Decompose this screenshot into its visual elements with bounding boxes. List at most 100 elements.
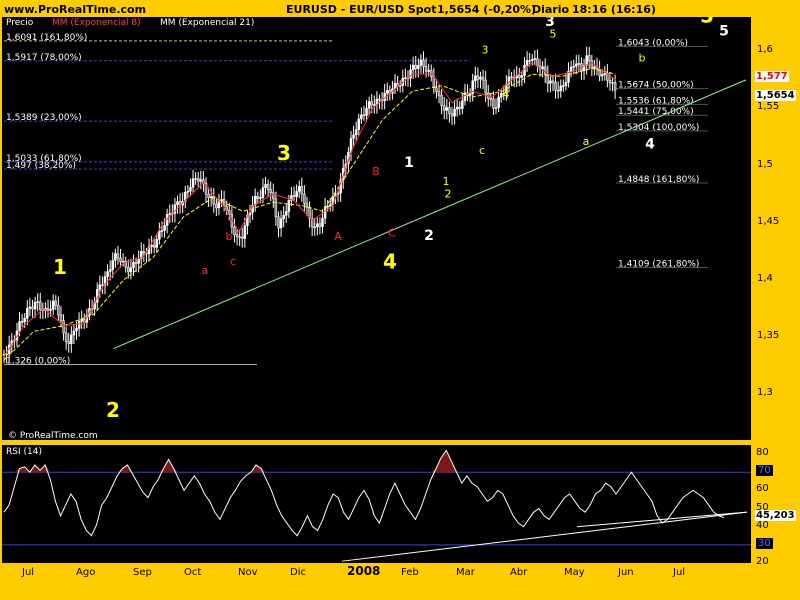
fib-label: 1,4109 (261,80%) <box>618 259 699 269</box>
wave-label: 1 <box>404 155 414 171</box>
candle-body <box>158 230 161 240</box>
wave-label: 2 <box>445 188 452 201</box>
candle-body <box>435 87 438 92</box>
candle-body <box>18 321 21 332</box>
time-label: 18:16 (16:16) <box>572 3 656 16</box>
candle-body <box>575 63 578 67</box>
candle-body <box>497 96 500 108</box>
candle-body <box>479 76 482 80</box>
fib-label: 1,5674 (50,00%) <box>618 81 694 91</box>
candle-body <box>196 178 200 182</box>
fib-label: 1,5441 (75,00%) <box>618 107 694 117</box>
candle-body <box>295 191 298 197</box>
candle-body <box>75 328 78 332</box>
x-axis-tick: Oct <box>184 567 202 578</box>
fib-label: 1,497 (38,20%) <box>6 161 76 171</box>
candle-body <box>411 64 415 71</box>
candle-body <box>129 267 133 273</box>
candle-body <box>297 186 301 192</box>
wave-label: 3 <box>277 141 291 165</box>
candle-body <box>134 261 138 264</box>
candle-body <box>523 64 526 76</box>
candle-body <box>448 107 451 114</box>
wave-label: b <box>226 230 233 243</box>
candle-body <box>481 76 485 81</box>
candle-body <box>362 114 366 117</box>
site-name[interactable]: www.ProRealTime.com <box>4 3 146 16</box>
candle-body <box>603 72 607 75</box>
rsi-trendline <box>341 511 748 562</box>
candle-body <box>484 79 487 94</box>
candle-body <box>176 201 179 205</box>
candle-body <box>352 134 355 139</box>
candle-body <box>279 218 283 229</box>
candle-body <box>437 91 441 96</box>
candle-body <box>285 211 288 216</box>
candle-body <box>28 306 32 309</box>
quote-value: 1,5654 (-0,20%) <box>437 3 537 16</box>
fib-label: 1,326 (0,00%) <box>6 357 70 367</box>
candle-body <box>587 55 591 61</box>
candle-body <box>541 66 544 70</box>
candle-body <box>31 306 34 310</box>
x-axis-tick: Jul <box>673 567 686 578</box>
rsi-last-value: 45,203 <box>755 510 796 522</box>
fib-label: 1,5536 (61,80%) <box>618 96 694 106</box>
candle-body <box>114 253 117 261</box>
candle-body <box>613 82 617 91</box>
candle-body <box>261 187 265 198</box>
candle-body <box>326 205 329 208</box>
wave-label: 5 <box>700 17 714 28</box>
candle-body <box>554 82 557 91</box>
candle-body <box>518 75 521 78</box>
chart-header: www.ProRealTime.com EURUSD - EUR/USD Spo… <box>0 0 800 18</box>
candle-body <box>269 189 272 193</box>
candle-body <box>77 320 81 329</box>
candle-body <box>191 178 195 188</box>
candle-body <box>155 239 159 248</box>
candle-body <box>259 197 262 199</box>
candle-body <box>46 307 50 311</box>
candle-body <box>417 65 420 70</box>
candle-body <box>422 59 425 67</box>
candle-body <box>106 271 109 277</box>
rsi-panel[interactable]: RSI (14) <box>2 445 751 563</box>
candle-body <box>51 300 55 310</box>
wave-label: 5 <box>719 23 729 39</box>
candle-body <box>360 114 363 120</box>
wave-label: c <box>479 144 485 157</box>
candle-body <box>142 251 146 254</box>
candle-body <box>424 66 428 72</box>
candle-body <box>23 317 26 323</box>
candle-body <box>569 66 573 72</box>
last-price-tag: 1,5654 <box>755 89 796 101</box>
rsi-trendline <box>576 511 748 528</box>
candle-body <box>373 104 376 106</box>
candle-body <box>533 58 537 60</box>
candle-body <box>189 187 192 192</box>
candle-body <box>111 260 115 270</box>
candle-body <box>98 284 102 290</box>
candle-body <box>549 80 552 84</box>
candle-body <box>543 66 547 75</box>
candle-body <box>494 107 498 109</box>
rsi-y-tick: 40 <box>756 519 769 531</box>
candle-body <box>528 60 531 62</box>
x-axis-tick: 2008 <box>347 564 381 578</box>
candle-body <box>536 58 539 67</box>
candle-body <box>564 81 568 86</box>
candle-body <box>36 301 39 303</box>
candle-body <box>264 184 267 188</box>
fib-label: 1,5917 (78,00%) <box>6 53 82 63</box>
candle-body <box>152 244 156 248</box>
candle-body <box>590 60 594 69</box>
candle-body <box>168 212 171 215</box>
candle-body <box>238 236 241 239</box>
candle-body <box>367 101 371 109</box>
wave-label: A <box>334 230 342 243</box>
price-chart-panel[interactable]: 1,6091 (161,80%) 1,5917 (78,00%) 1,5389 (2… <box>2 17 751 441</box>
candle-body <box>108 269 112 272</box>
candle-body <box>354 129 358 136</box>
candle-body <box>520 75 524 78</box>
candle-body <box>611 82 614 84</box>
